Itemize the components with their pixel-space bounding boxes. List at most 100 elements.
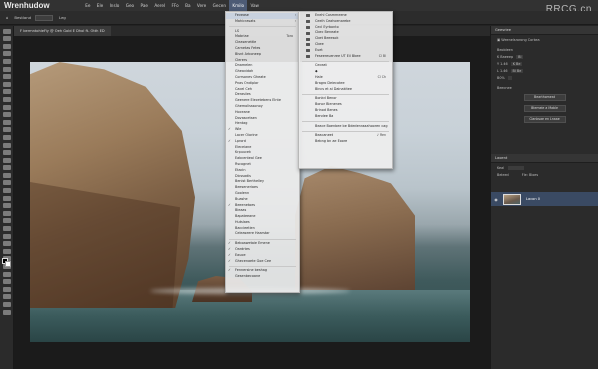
menu-item-label: Bendee Ba — [315, 113, 334, 118]
menu-item-ba[interactable]: Ba — [182, 0, 194, 11]
menu-item-label: Baccieetien — [235, 225, 255, 230]
menu-item[interactable]: Mahicrasats › — [226, 19, 299, 25]
tool-icon[interactable] — [2, 119, 11, 125]
menu-item-label: Eabcenteal Gee — [235, 156, 262, 161]
layer-thumbnail — [503, 193, 521, 205]
tool-icon[interactable] — [2, 172, 11, 178]
home-icon[interactable]: ⌂ — [6, 15, 8, 20]
property-value[interactable]: K Be — [510, 62, 523, 66]
tool-icon[interactable] — [2, 74, 11, 80]
property-field[interactable]: B0% — [497, 76, 598, 80]
menu-item-label: Beace Boenbee be Bdedenraaahooren cag — [315, 123, 388, 128]
menu-item-label: Cecl Eyrbonto — [315, 24, 339, 29]
layer-name[interactable]: Lacon 0 — [526, 197, 540, 201]
tool-icon[interactable] — [2, 81, 11, 87]
tool-icon[interactable] — [2, 165, 11, 171]
tool-icon[interactable] — [2, 89, 11, 95]
tool-icon[interactable] — [2, 43, 11, 49]
tool-icon[interactable] — [2, 309, 11, 315]
menu-item-kmilo[interactable]: Kmilo — [229, 0, 248, 11]
tool-icon[interactable] — [2, 233, 11, 239]
tool-icon[interactable] — [2, 301, 11, 307]
tool-icon[interactable] — [2, 142, 11, 148]
menu-separator — [302, 121, 389, 123]
tool-icon[interactable] — [2, 96, 11, 102]
menu-item-label: Cleasenettle — [235, 40, 257, 45]
properties-button[interactable]: Clanbsae en Lnaae — [523, 116, 566, 123]
tool-icon[interactable] — [2, 210, 11, 216]
menu-item[interactable]: Gesenbecoane — [226, 274, 299, 280]
eye-icon[interactable]: ◉ — [491, 197, 501, 202]
menu-item-vaw[interactable]: Vaw — [247, 0, 262, 11]
menu-item-label: Bonor Bienenes — [315, 102, 342, 107]
menu-item-ele[interactable]: Ele — [94, 0, 107, 11]
menu-item-label: ◆ — [315, 69, 318, 74]
menu-item-ffo[interactable]: FFo — [168, 0, 182, 11]
background-color-swatch[interactable] — [5, 261, 11, 267]
properties-button[interactable]: Btemeie a Mable — [523, 105, 566, 112]
menu-item-label: Feseereuenree UT Eil Bbee — [315, 53, 361, 58]
tool-icon[interactable] — [2, 150, 11, 156]
layers-header[interactable]: Laoent — [491, 154, 598, 163]
menu-item-label: Dicssadis — [235, 173, 251, 178]
menu-item-label: Lprord — [235, 138, 246, 143]
property-value[interactable]: Bl — [516, 55, 524, 59]
property-field[interactable]: L 1.46 Bl Be — [497, 69, 598, 73]
tool-icon[interactable] — [2, 51, 11, 57]
tool-icon[interactable] — [2, 226, 11, 232]
submenu-item[interactable]: Bincs et ai Dainakitee — [299, 87, 392, 93]
menu-item-label: Cbet Beeesok — [315, 36, 339, 41]
submenu-item[interactable]: Feseereuenree UT Eil Bbee Cl Bl — [299, 54, 392, 60]
options-value[interactable]: Leg — [59, 15, 66, 20]
menu-item-label: Enehl Cosmmeene — [315, 13, 347, 17]
property-value[interactable] — [507, 76, 512, 80]
document-tab[interactable]: F bermntohieFiy @ Oeh Gold E Dhol ft- Ot… — [14, 26, 111, 36]
tool-icon[interactable] — [2, 36, 11, 42]
menu-item-geo[interactable]: Geo — [123, 0, 138, 11]
tool-icon[interactable] — [2, 271, 11, 277]
submenu-item[interactable]: Bebng bn ae Eoore — [299, 139, 392, 145]
properties-section: Beobleen — [497, 48, 513, 52]
menu-item[interactable]: ✓ Ghecenaete Goe Cee — [226, 259, 299, 265]
menu-separator — [229, 265, 296, 267]
property-field[interactable]: K Baeeep Bl — [497, 55, 598, 59]
menu-item-ee[interactable]: Ee — [82, 0, 94, 11]
tool-icon[interactable] — [2, 112, 11, 118]
tool-icon[interactable] — [2, 248, 11, 254]
menu-item-gecen[interactable]: Gecen — [209, 0, 229, 11]
submenu-item[interactable]: Bendee Ba — [299, 114, 392, 120]
tool-icon[interactable] — [2, 294, 11, 300]
tool-icon[interactable] — [2, 58, 11, 64]
menu-bar: Wrenhudow Ee Ele Inslo Geo Pae Aerel FFo Ba Vere… — [0, 0, 598, 11]
property-value[interactable]: Bl Be — [510, 69, 524, 73]
layers-filter-dropdown[interactable] — [508, 166, 525, 170]
tool-icon[interactable] — [2, 104, 11, 110]
tool-icon[interactable] — [2, 28, 11, 34]
tool-icon[interactable] — [2, 195, 11, 201]
menu-item-label: Gheavidah — [235, 69, 254, 74]
tool-icon[interactable] — [2, 286, 11, 292]
property-field[interactable]: Y 1.46 K Be — [497, 62, 598, 66]
menu-item-vere[interactable]: Vere — [194, 0, 210, 11]
tool-icon[interactable] — [2, 188, 11, 194]
options-dropdown[interactable] — [35, 14, 54, 21]
tool-icon[interactable] — [2, 241, 11, 247]
submenu-item[interactable]: Beace Boenbee be Bdedenraaahooren cag — [299, 124, 392, 130]
menu-item-icon — [306, 25, 310, 29]
tool-icon[interactable] — [2, 134, 11, 140]
tool-icon[interactable] — [2, 180, 11, 186]
tool-icon[interactable] — [2, 218, 11, 224]
properties-header[interactable]: Geesriee — [491, 26, 598, 35]
menu-item-pae[interactable]: Pae — [137, 0, 151, 11]
menu-item-aerel[interactable]: Aerel — [151, 0, 168, 11]
layer-row[interactable]: ◉ Lacon 0 — [491, 192, 598, 206]
menu-item-label: Ceceat — [315, 63, 327, 68]
tool-icon[interactable] — [2, 157, 11, 163]
tool-icon[interactable] — [2, 127, 11, 133]
menu-item[interactable]: Celeaseere Haarstar — [226, 231, 299, 237]
tool-icon[interactable] — [2, 279, 11, 285]
tool-icon[interactable] — [2, 66, 11, 72]
tool-icon[interactable] — [2, 203, 11, 209]
menu-item-inslo[interactable]: Inslo — [106, 0, 122, 11]
properties-button[interactable]: Bearthomeat — [523, 94, 566, 101]
